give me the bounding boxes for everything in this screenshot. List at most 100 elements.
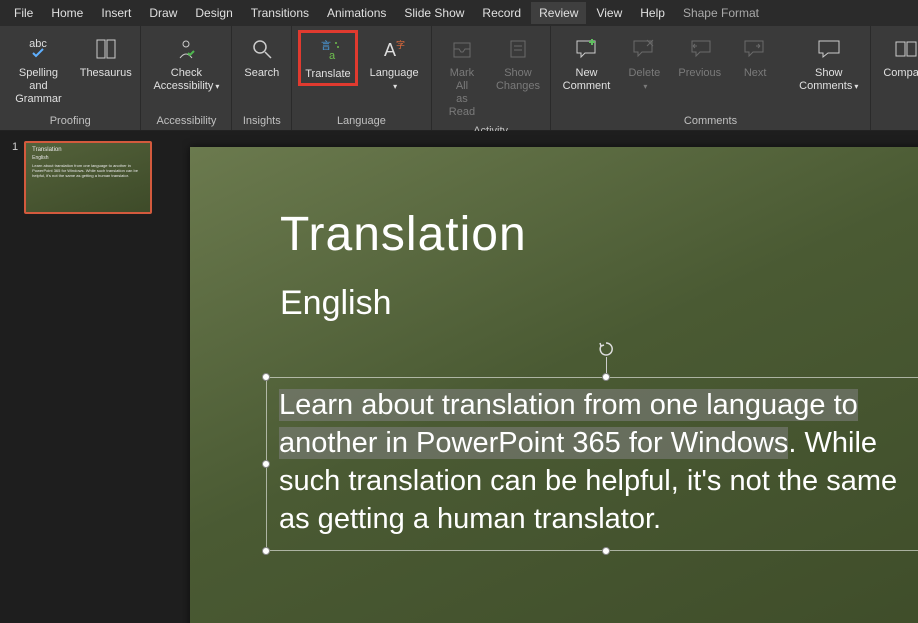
comment-left-icon [686,35,714,63]
group-label: Comments [557,113,865,130]
ribbon: abc Spelling and Grammar Thesaurus Proof… [0,26,918,131]
rotate-stem [606,357,607,373]
show-changes-button[interactable]: Show Changes [492,30,543,97]
ribbon-group-compare: Compare [871,26,918,130]
search-button[interactable]: Search [238,30,285,84]
menu-help[interactable]: Help [632,2,673,24]
slide-body-text[interactable]: Learn about translation from one languag… [279,386,918,538]
slide-title[interactable]: Translation [280,207,918,262]
menu-transitions[interactable]: Transitions [243,2,317,24]
thumbnail-preview[interactable]: Translation English Learn about translat… [24,141,152,214]
button-label: Check Accessibility▾ [153,67,219,93]
abc-check-icon: abc [24,35,52,63]
ribbon-group-accessibility: Check Accessibility▾ Accessibility [141,26,232,130]
button-label: Thesaurus [80,67,132,80]
resize-handle[interactable] [602,373,610,381]
slide-subtitle[interactable]: English [280,284,918,323]
menu-animations[interactable]: Animations [319,2,394,24]
menu-file[interactable]: File [6,2,41,24]
menu-shape-format[interactable]: Shape Format [675,2,767,24]
menubar: File Home Insert Draw Design Transitions… [0,0,918,26]
menu-insert[interactable]: Insert [93,2,139,24]
language-a-icon: A字 [380,35,408,63]
svg-text:abc: abc [30,38,48,50]
ribbon-group-comments: New Comment Delete▾ Previous Next [551,26,872,130]
slide-canvas[interactable]: Translation English Learn about translat… [182,131,918,623]
chevron-down-icon: ▾ [643,82,647,91]
menu-record[interactable]: Record [474,2,529,24]
ribbon-group-insights: Search Insights [232,26,292,130]
comment-icon [815,35,843,63]
button-label: Spelling and Grammar [12,67,65,106]
button-label: Delete▾ [628,67,660,93]
group-label: Accessibility [147,113,225,130]
slide[interactable]: Translation English Learn about translat… [190,147,918,623]
group-label: Language [298,113,424,130]
comment-right-icon [741,35,769,63]
compare-button[interactable]: Compare [877,30,918,84]
button-label: New Comment [563,67,611,93]
menu-design[interactable]: Design [187,2,240,24]
svg-text:字: 字 [396,39,405,50]
thumbnail-subtitle: English [32,155,144,161]
resize-handle[interactable] [262,547,270,555]
next-comment-button[interactable]: Next [733,30,777,84]
thumbnail-body: Learn about translation from one languag… [32,163,144,178]
ribbon-group-activity: Mark All as Read Show Changes Activity [432,26,551,130]
button-label: Search [244,67,279,80]
chevron-down-icon: ▾ [393,82,397,91]
button-label: Translate [305,68,350,81]
ribbon-group-proofing: abc Spelling and Grammar Thesaurus Proof… [0,26,141,130]
button-label: Compare [883,67,918,80]
inbox-icon [448,35,476,63]
show-comments-button[interactable]: Show Comments▾ [793,30,864,97]
group-label: Insights [238,113,285,130]
menu-home[interactable]: Home [43,2,91,24]
menu-review[interactable]: Review [531,2,586,24]
button-label: Show Comments▾ [799,67,858,93]
ribbon-group-language: 言a Translate A字 Language▾ Language [292,26,431,130]
chevron-down-icon: ▾ [215,82,219,91]
check-accessibility-button[interactable]: Check Accessibility▾ [147,30,225,97]
button-label: Next [744,67,767,80]
book-icon [92,35,120,63]
menu-view[interactable]: View [588,2,630,24]
svg-text:A: A [384,40,396,60]
resize-handle[interactable] [602,547,610,555]
slide-thumbnail-panel[interactable]: 1 Translation English Learn about transl… [0,131,182,623]
person-check-icon [172,35,200,63]
thesaurus-button[interactable]: Thesaurus [77,30,134,84]
resize-handle[interactable] [262,460,270,468]
mark-all-read-button[interactable]: Mark All as Read [438,30,487,123]
resize-handle[interactable] [262,373,270,381]
magnifier-icon [248,35,276,63]
menu-draw[interactable]: Draw [141,2,185,24]
previous-comment-button[interactable]: Previous [672,30,727,84]
button-label: Mark All as Read [444,67,481,119]
spelling-grammar-button[interactable]: abc Spelling and Grammar [6,30,71,110]
changes-icon [504,35,532,63]
menu-slide-show[interactable]: Slide Show [396,2,472,24]
text-box-frame[interactable]: Learn about translation from one languag… [266,377,918,551]
translate-icon: 言a [314,36,342,64]
selected-text-box[interactable]: Learn about translation from one languag… [266,377,918,551]
comment-plus-icon [573,35,601,63]
thumbnail-number: 1 [12,141,18,214]
button-label: Show Changes [496,67,540,93]
comment-x-icon [630,35,658,63]
rotate-handle-icon[interactable] [598,341,614,357]
button-label: Language▾ [370,67,419,93]
selected-text[interactable]: Learn about translation from one languag… [279,389,858,459]
translate-button[interactable]: 言a Translate [298,30,357,86]
thumbnail-1[interactable]: 1 Translation English Learn about transl… [12,141,170,214]
language-button[interactable]: A字 Language▾ [364,30,425,97]
thumbnail-title: Translation [32,147,144,153]
button-label: Previous [678,67,721,80]
group-label: Proofing [6,113,134,130]
compare-icon [892,35,918,63]
chevron-down-icon: ▾ [854,82,858,91]
workspace: 1 Translation English Learn about transl… [0,131,918,623]
new-comment-button[interactable]: New Comment [557,30,617,97]
delete-comment-button[interactable]: Delete▾ [622,30,666,97]
group-label [877,113,918,130]
